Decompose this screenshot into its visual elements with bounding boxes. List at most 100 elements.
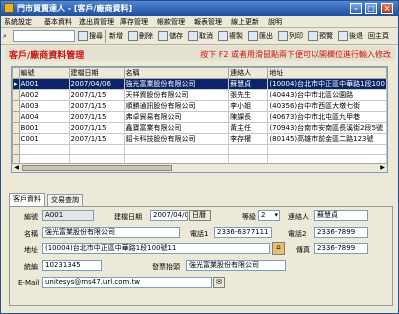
menu-help[interactable]: 說明 xyxy=(268,17,282,27)
level-label: 等級 xyxy=(242,213,256,221)
column-header[interactable]: 地址 xyxy=(267,67,387,79)
search-input[interactable] xyxy=(13,30,75,42)
search-icon: ⌕ xyxy=(3,32,7,40)
minimize-button[interactable]: – xyxy=(350,3,362,14)
table-cell[interactable]: A002 xyxy=(18,89,70,101)
scroll-right-icon[interactable]: ▶ xyxy=(378,164,387,172)
copy-icon xyxy=(218,31,228,41)
table-cell[interactable]: 李存權 xyxy=(228,133,269,145)
table-cell[interactable]: 張先生 xyxy=(228,89,269,101)
table-cell[interactable]: 順勝通訊股份有限公司 xyxy=(123,100,230,112)
table-cell[interactable]: A004 xyxy=(18,111,70,123)
phone1-field[interactable]: 2336-6377111 xyxy=(214,227,272,238)
menu-inventory[interactable]: 庫存管理 xyxy=(120,17,148,27)
taxid-field[interactable]: 10231345 xyxy=(42,260,102,271)
table-cell[interactable]: A003 xyxy=(18,100,70,112)
menu-system-settings[interactable]: 系統設定 xyxy=(4,17,32,27)
column-header[interactable]: 編號 xyxy=(18,67,70,79)
date-label: 建檔日期 xyxy=(114,213,142,221)
table-cell[interactable]: 陳課長 xyxy=(228,111,269,123)
table-cell[interactable]: 2007/1/15 xyxy=(68,111,125,123)
table-row[interactable]: A002 2007/1/15 天祥資股份有限公司 張先生 (40443)台中市北區公園路 xyxy=(12,89,387,101)
menu-bar: 系統設定 基本資料 進出貨管理 庫存管理 帳款管理 報表管理 線上更新 說明 xyxy=(1,16,398,28)
table-row[interactable]: A003 2007/1/15 順勝通訊股份有限公司 李小姐 (40356)台中市西區大墩… xyxy=(12,100,387,112)
table-row[interactable]: ▸ A001 2007/04/06 強光富業股份有限公司 蘇慧貞 (10004)台北市中正… xyxy=(12,78,387,90)
empty-cell xyxy=(228,144,269,155)
title-bar: 門市買賣達人 - [客戶/廠商資料] – □ × xyxy=(1,1,398,16)
chevron-down-icon: ▾ xyxy=(274,211,278,219)
menu-accounts[interactable]: 帳款管理 xyxy=(157,17,185,27)
table-cell[interactable]: 2007/1/15 xyxy=(68,133,125,145)
delete-icon xyxy=(128,31,138,41)
print-button[interactable]: 列印 xyxy=(278,30,303,43)
cancel-button[interactable]: 取消 xyxy=(188,30,213,43)
close-button[interactable]: × xyxy=(381,3,393,14)
table-cell[interactable]: 弗卓貿易有限公司 xyxy=(123,111,230,123)
table-cell[interactable]: 黃主任 xyxy=(228,122,269,134)
invoice-field[interactable]: 強光富業股份有限公司 xyxy=(186,260,286,271)
contact-field[interactable]: 蘇慧貞 xyxy=(314,210,368,221)
add-button[interactable]: 新增 xyxy=(109,30,123,43)
horizontal-scrollbar[interactable]: ◀ ▶ xyxy=(12,163,387,172)
table-cell[interactable]: 蘇慧貞 xyxy=(228,78,269,90)
table-cell[interactable]: 鑫寶富業有限公司 xyxy=(123,122,230,134)
window-title: 門市買賣達人 - [客戶/廠商資料] xyxy=(17,4,133,13)
table-cell[interactable]: 天祥資股份有限公司 xyxy=(123,89,230,101)
copy-button[interactable]: 複製 xyxy=(218,30,243,43)
address-field[interactable]: (10004)台北市中正區中華路1段100號11 xyxy=(42,243,270,254)
date-field[interactable]: 2007/04/06 xyxy=(150,210,188,221)
menu-in-out-goods[interactable]: 進出貨管理 xyxy=(79,17,114,27)
preview-button[interactable]: 預覽 xyxy=(308,30,333,43)
table-cell[interactable]: C001 xyxy=(18,133,70,145)
delete-button[interactable]: 刪除 xyxy=(128,30,153,43)
table-row[interactable]: A004 2007/1/15 弗卓貿易有限公司 陳課長 (40673)台中市北屯區九甲巷 xyxy=(12,111,387,123)
column-header[interactable]: 建檔日期 xyxy=(68,67,125,79)
table-cell[interactable]: (40673)台中市北屯區九甲巷 xyxy=(267,111,387,123)
maximize-button[interactable]: □ xyxy=(365,3,377,14)
table-cell[interactable]: 強光富業股份有限公司 xyxy=(123,78,230,90)
table-cell[interactable]: 李小姐 xyxy=(228,100,269,112)
table-cell[interactable]: 2007/1/15 xyxy=(68,100,125,112)
home-button[interactable]: 回主頁 xyxy=(368,30,389,43)
phone1-label: 電話1 xyxy=(190,230,209,238)
export-button[interactable]: 匯出 xyxy=(248,30,273,43)
print-icon xyxy=(278,31,288,41)
table-cell[interactable]: (40443)台中市北區公園路 xyxy=(267,89,387,101)
table-cell[interactable]: (40356)台中市西區大墩七街 xyxy=(267,100,387,112)
menu-online-update[interactable]: 線上更新 xyxy=(231,17,259,27)
back-button[interactable]: 後退 xyxy=(338,30,363,43)
column-header[interactable]: 連絡人 xyxy=(228,67,269,79)
send-mail-icon[interactable]: ✉ xyxy=(213,277,225,288)
fax-field[interactable]: 2336-7899 xyxy=(314,243,368,254)
code-field[interactable]: A001 xyxy=(42,210,94,221)
name-field[interactable]: 強光富業股份有限公司 xyxy=(42,227,180,238)
table-row[interactable]: B001 2007/1/15 鑫寶富業有限公司 黃主任 (70943)台南市安南區長溪街… xyxy=(12,122,387,134)
table-cell[interactable]: (80145)高雄市前金區二路123號 xyxy=(267,133,387,145)
column-header[interactable]: 名稱 xyxy=(123,67,230,79)
table-cell[interactable]: 2007/04/06 xyxy=(68,78,125,90)
table-cell[interactable]: (70943)台南市安南區長溪街2段5號 xyxy=(267,122,387,134)
table-cell[interactable]: 2007/1/15 xyxy=(68,122,125,134)
name-label: 名稱 xyxy=(24,230,38,238)
tab-transaction-query[interactable]: 交易查詢 xyxy=(47,194,83,206)
scroll-thumb[interactable] xyxy=(22,165,172,171)
records-grid[interactable]: 編號 建檔日期 名稱 連絡人 地址 ▸ A001 2007/04/06 強光富業股份有限公司蘇… xyxy=(11,66,388,173)
phone2-field[interactable]: 2336-7899 xyxy=(314,227,368,238)
detail-tabs: 客戶資料 交易查詢 xyxy=(9,193,393,206)
table-cell[interactable]: (10004)台北市中正區中華路1段100 xyxy=(267,78,387,90)
menu-reports[interactable]: 報表管理 xyxy=(194,17,222,27)
scroll-left-icon[interactable]: ◀ xyxy=(12,164,21,172)
table-row[interactable]: C001 2007/1/15 貂卡科技股份有限公司 李存權 (80145)高雄市前金區二… xyxy=(12,133,387,145)
level-select[interactable]: 2 ▾ xyxy=(258,210,280,221)
tab-customer-data[interactable]: 客戶資料 xyxy=(9,193,45,206)
calendar-button[interactable]: 日曆 xyxy=(189,210,211,221)
map-icon[interactable]: ⌂ xyxy=(272,242,285,255)
table-cell[interactable]: 2007/1/15 xyxy=(68,89,125,101)
table-cell[interactable]: B001 xyxy=(18,122,70,134)
menu-basic-data[interactable]: 基本資料 xyxy=(44,17,72,27)
save-button[interactable]: 儲存 xyxy=(158,30,183,43)
search-button[interactable]: 搜尋 xyxy=(78,30,103,43)
table-cell[interactable]: A001 xyxy=(18,78,70,90)
email-field[interactable]: unitesys@ms47.url.com.tw xyxy=(42,277,212,288)
table-cell[interactable]: 貂卡科技股份有限公司 xyxy=(123,133,230,145)
